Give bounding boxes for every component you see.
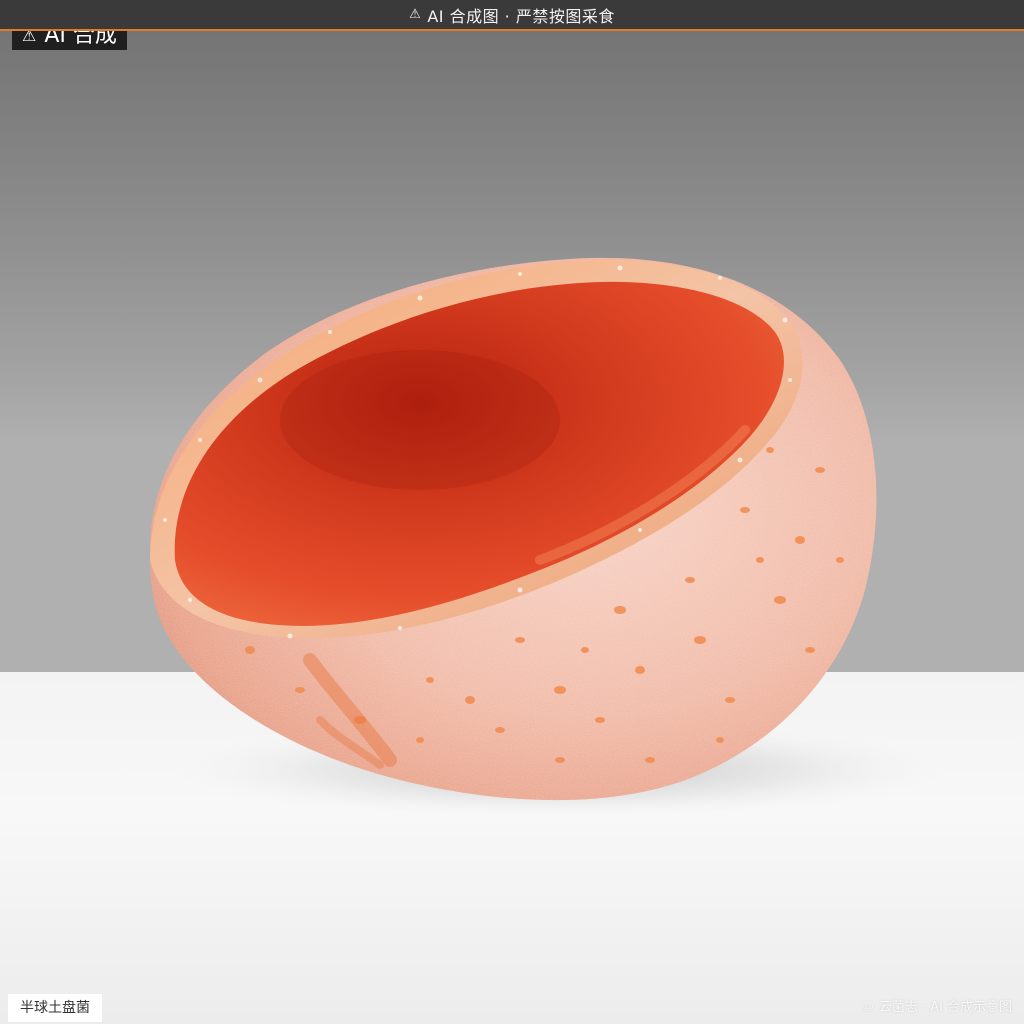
species-label: 半球土盘菌 xyxy=(8,994,102,1022)
photo-stage: ⚠ AI 合成图 · 严禁按图采食 ⚠ AI 合成 半球土盘菌 © 云菌志 · … xyxy=(0,0,1024,1024)
banner-text: AI 合成图 · 严禁按图采食 xyxy=(427,6,615,26)
mushroom-cup-illustration xyxy=(149,257,950,818)
top-warning-banner: ⚠ AI 合成图 · 严禁按图采食 xyxy=(0,0,1024,31)
copyright-watermark: © 云菌志 · AI 合成示意图 xyxy=(861,1000,1012,1015)
warning-icon: ⚠ xyxy=(409,7,422,22)
